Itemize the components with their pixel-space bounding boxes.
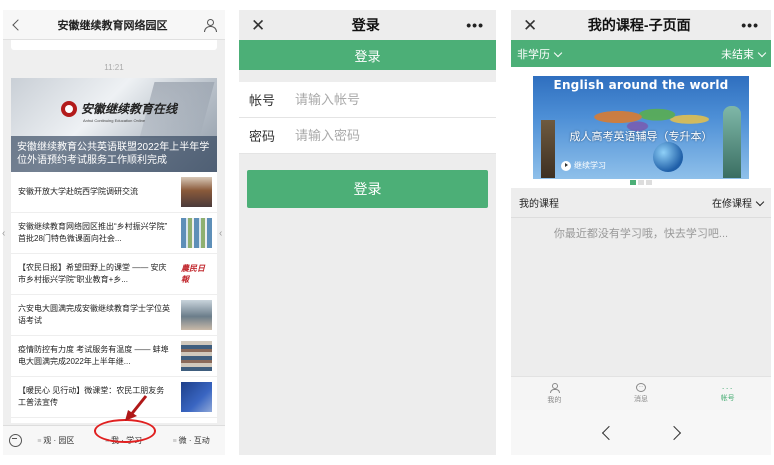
filter-bar: 非学历 未结束 <box>511 40 771 67</box>
logo-text: 安徽继续教育在线 <box>81 102 178 116</box>
my-courses-screen: ✕ 我的课程-子页面 ••• 非学历 未结束 English around th… <box>511 10 771 455</box>
category-filter-label: 非学历 <box>517 48 550 61</box>
play-icon <box>561 160 571 171</box>
carousel-dot[interactable] <box>630 180 636 185</box>
tab-label: 我的 <box>547 396 562 404</box>
robot-icon[interactable] <box>9 434 22 447</box>
chevron-down-icon <box>755 197 765 207</box>
page-title: 登录 <box>351 17 380 33</box>
continue-study-label: 继续学习 <box>574 161 606 170</box>
user-icon[interactable] <box>203 18 217 32</box>
chevron-down-icon <box>757 48 767 57</box>
status-filter-label: 未结束 <box>721 48 754 61</box>
close-icon[interactable]: ✕ <box>523 17 537 34</box>
news-thumbnail: 農民日報 <box>181 259 212 289</box>
my-courses-row: 我的课程 在修课程 <box>511 188 771 218</box>
more-icon[interactable]: ••• <box>466 17 484 33</box>
news-item[interactable]: 六安电大圆满完成安徽继续教育学士学位英语考试 <box>11 295 217 336</box>
forward-arrow-icon[interactable] <box>666 425 681 440</box>
back-arrow-icon[interactable] <box>601 425 616 440</box>
login-banner: 登录 <box>239 40 496 70</box>
news-thumbnail <box>181 341 212 371</box>
login-button[interactable]: 登录 <box>247 170 488 208</box>
newspaper-logo: 農民日報 <box>181 263 205 284</box>
more-icon[interactable]: ••• <box>741 17 759 33</box>
course-name: 成人高考英语辅导（专升本） <box>569 131 713 143</box>
news-item[interactable]: 【暖民心 见行动】微课堂：农民工朋友务工普法宣传 <box>11 377 217 418</box>
login-screen: ✕ 登录 ••• 登录 帐号 密码 登录 <box>239 10 496 455</box>
category-filter[interactable]: 非学历 <box>517 46 563 62</box>
news-thumbnail <box>181 218 212 248</box>
news-title: 安徽开放大学赴皖西学院调研交流 <box>18 187 138 196</box>
news-title: 安徽继续教育网络园区推出“乡村振兴学院” 首批28门特色微课面向社会... <box>18 222 168 243</box>
globe-image <box>653 142 683 172</box>
logo-seal-icon <box>61 100 77 117</box>
more-icon: ··· <box>721 382 734 393</box>
header: ✕ 我的课程-子页面 ••• <box>511 10 771 40</box>
news-title: 六安电大圆满完成安徽继续教育学士学位英语考试 <box>18 304 170 325</box>
tab-account[interactable]: ··· 帐号 <box>684 377 771 410</box>
tab-messages[interactable]: ··· 消息 <box>598 377 685 410</box>
chevron-right-icon: ‹ <box>219 228 223 239</box>
banner-title: English around the world <box>553 78 729 92</box>
news-banner[interactable]: 安徽继续教育在线 Anhui Continuing Education Onli… <box>11 78 217 172</box>
chevron-left-icon: ‹ <box>2 228 6 239</box>
close-icon[interactable]: ✕ <box>251 17 265 34</box>
course-carousel: English around the world 成人高考英语辅导（专升本） 继… <box>511 67 771 188</box>
news-title: 【农民日报】希望田野上的课堂 —— 安庆市乡村振兴学院“职业教育+乡... <box>18 263 167 284</box>
course-banner[interactable]: English around the world 成人高考英语辅导（专升本） 继… <box>533 76 749 179</box>
page-title: 我的课程-子页面 <box>587 17 691 33</box>
banner-caption: 安徽继续教育公共英语联盟2022年上半年学位外语预约考试服务工作顺利完成 <box>11 136 217 172</box>
browser-nav <box>511 410 771 455</box>
tab-label: 帐号 <box>720 394 735 402</box>
carousel-dot[interactable] <box>638 180 644 185</box>
page-title: 安徽继续教育网络园区 <box>57 19 168 32</box>
timestamp: 11:21 <box>104 63 124 72</box>
login-form: 帐号 密码 <box>239 82 496 154</box>
empty-state-text: 你最近都没有学习哦，快去学习吧... <box>553 228 729 240</box>
account-input[interactable] <box>295 92 475 107</box>
news-item[interactable]: 安徽继续教育网络园区推出“乡村振兴学院” 首批28门特色微课面向社会... <box>11 213 217 254</box>
news-title: 疫情防控有力度 考试服务有温度 —— 蚌埠电大圆满完成2022年上半年继... <box>18 345 169 366</box>
logo-subtitle: Anhui Continuing Education Online <box>83 118 146 123</box>
pointer-arrow-icon <box>125 395 148 421</box>
account-row: 帐号 <box>239 82 496 118</box>
tab-park[interactable]: 观 · 园区 <box>22 435 90 446</box>
top-bar <box>11 40 217 50</box>
park-home-screen: 安徽继续教育网络园区 11:21 安徽继续教育在线 Anhui Continui… <box>3 10 225 455</box>
status-filter[interactable]: 未结束 <box>721 46 767 62</box>
password-row: 密码 <box>239 118 496 154</box>
news-item[interactable]: 疫情防控有力度 考试服务有温度 —— 蚌埠电大圆满完成2022年上半年继... <box>11 336 217 377</box>
header: 安徽继续教育网络园区 <box>3 10 225 40</box>
news-item[interactable]: 【农民日报】希望田野上的课堂 —— 安庆市乡村振兴学院“职业教育+乡... 農民… <box>11 254 217 295</box>
tab-interact[interactable]: 微 · 互动 <box>157 435 225 446</box>
news-thumbnail <box>181 382 212 412</box>
news-thumbnail <box>181 177 212 207</box>
carousel-dot[interactable] <box>646 180 652 185</box>
message-icon: ··· <box>636 383 646 392</box>
course-status-label: 在修课程 <box>712 199 752 210</box>
chevron-down-icon <box>553 48 563 57</box>
news-item[interactable]: 安徽开放大学赴皖西学院调研交流 <box>11 172 217 213</box>
password-label: 密码 <box>249 129 276 144</box>
carousel-indicator <box>511 180 771 185</box>
course-status-dropdown[interactable]: 在修课程 <box>712 195 765 210</box>
continue-study-button[interactable]: 继续学习 <box>561 160 606 171</box>
account-label: 帐号 <box>249 93 276 108</box>
news-card: 安徽继续教育在线 Anhui Continuing Education Onli… <box>11 78 217 423</box>
header: ✕ 登录 ••• <box>239 10 496 40</box>
my-courses-label: 我的课程 <box>519 199 559 210</box>
tab-mine[interactable]: 我的 <box>511 377 598 410</box>
logo: 安徽继续教育在线 <box>61 100 177 117</box>
password-input[interactable] <box>295 128 475 143</box>
back-icon[interactable] <box>12 18 24 31</box>
user-icon <box>549 382 560 393</box>
news-thumbnail <box>181 300 212 330</box>
tab-label: 消息 <box>634 396 648 403</box>
bottom-tabbar: 我的 ··· 消息 ··· 帐号 <box>511 376 771 410</box>
